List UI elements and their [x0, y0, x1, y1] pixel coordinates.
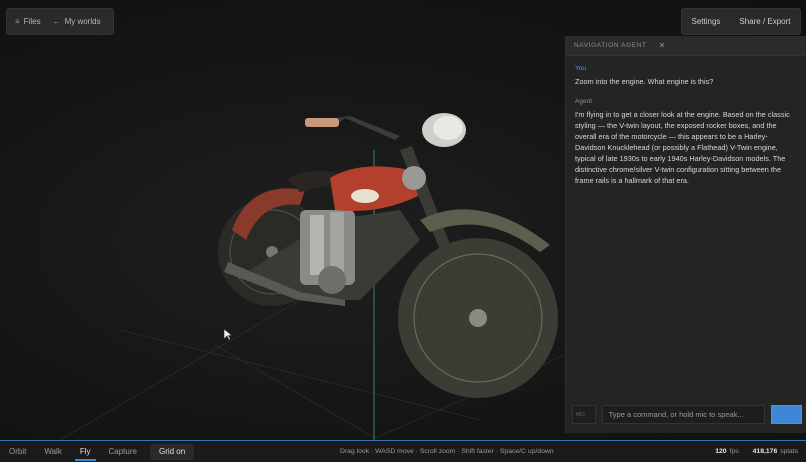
- render-stats: 120 fps 418,176 splats: [715, 448, 798, 455]
- settings-button[interactable]: Settings: [691, 17, 720, 26]
- files-label: Files: [23, 17, 41, 26]
- message-text-you: Zoom into the engine. What engine is thi…: [575, 77, 714, 86]
- send-button[interactable]: [770, 405, 803, 424]
- message-text-agent: I'm flying in to get a closer look at th…: [575, 110, 790, 185]
- mode-fly[interactable]: Fly: [71, 441, 100, 462]
- navigation-agent-panel: NAVIGATION AGENT ✕ You Zoom into the eng…: [565, 36, 806, 433]
- mic-button[interactable]: MIC: [572, 405, 596, 424]
- my-worlds-button[interactable]: ← My worlds: [53, 17, 101, 26]
- mouse-cursor-icon: [223, 328, 233, 346]
- front-wheel: [398, 238, 558, 398]
- menu-icon: ≡: [15, 17, 20, 26]
- engine: [300, 210, 355, 294]
- files-button[interactable]: ≡ Files: [15, 17, 41, 26]
- grid-toggle[interactable]: Grid on: [149, 443, 195, 460]
- bottom-bar: Orbit Walk Fly Capture Grid on Drag look…: [0, 440, 806, 462]
- panel-header: NAVIGATION AGENT ✕: [566, 36, 806, 56]
- splats-unit: splats: [780, 448, 798, 455]
- chat-messages: You Zoom into the engine. What engine is…: [566, 56, 806, 186]
- mode-orbit[interactable]: Orbit: [0, 441, 35, 462]
- mode-walk[interactable]: Walk: [35, 441, 70, 462]
- message-role-agent: Agent: [575, 98, 592, 105]
- mode-capture[interactable]: Capture: [100, 441, 146, 462]
- message-role-you: You: [575, 65, 586, 72]
- top-left-toolbar: ≡ Files ← My worlds: [6, 8, 114, 35]
- panel-title: NAVIGATION AGENT: [574, 42, 647, 49]
- fps-unit: fps: [729, 448, 739, 455]
- share-export-button[interactable]: Share / Export: [739, 17, 790, 26]
- command-input[interactable]: Type a command, or hold mic to speak...: [601, 405, 765, 424]
- back-arrow-icon: ←: [52, 17, 61, 26]
- command-input-row: MIC Type a command, or hold mic to speak…: [572, 405, 803, 427]
- controls-hint: Drag look · WASD move · Scroll zoom · Sh…: [340, 448, 554, 455]
- close-icon[interactable]: ✕: [659, 41, 666, 50]
- my-worlds-label: My worlds: [64, 17, 101, 26]
- fps-value: 120: [715, 448, 727, 455]
- splats-value: 418,176: [752, 448, 778, 455]
- top-right-toolbar: Settings Share / Export: [681, 8, 801, 35]
